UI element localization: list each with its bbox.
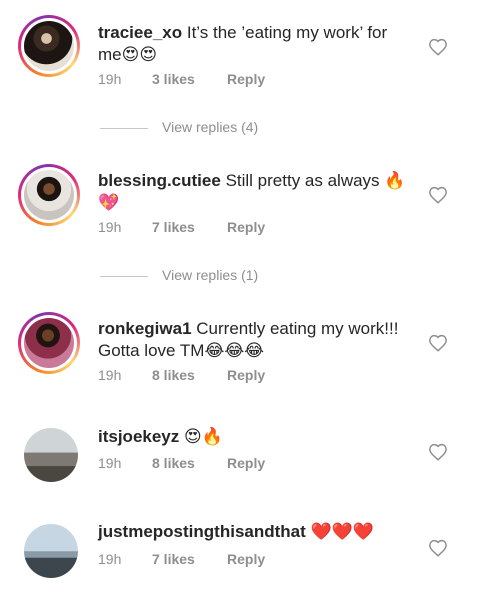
comment-username[interactable]: itsjoekeyz (98, 427, 179, 446)
view-replies-button[interactable]: View replies (1) (100, 267, 258, 283)
comment-username[interactable]: traciee_xo (98, 23, 182, 42)
reply-button[interactable]: Reply (227, 71, 265, 87)
avatar (24, 21, 74, 71)
comment-likes[interactable]: 8 likes (152, 455, 227, 471)
divider-line (100, 275, 148, 277)
comment-body: ❤️❤️❤️ (310, 522, 375, 541)
heart-outline-icon[interactable] (428, 334, 448, 352)
avatar[interactable] (24, 524, 78, 578)
reply-button[interactable]: Reply (227, 219, 265, 235)
comment-meta: 19h 7 likes Reply (98, 551, 265, 567)
comment-time: 19h (98, 219, 122, 235)
comment-text: itsjoekeyz 😍🔥 (98, 426, 408, 448)
comment-text: ronkegiwa1 Currently eating my work!!! G… (98, 318, 408, 362)
comment-text: justmepostingthisandthat ❤️❤️❤️ (98, 521, 428, 543)
comment-username[interactable]: justmepostingthisandthat (98, 522, 306, 541)
avatar (24, 318, 74, 368)
heart-outline-icon[interactable] (428, 539, 448, 557)
reply-button[interactable]: Reply (227, 551, 265, 567)
comment-meta: 19h 3 likes Reply (98, 71, 265, 87)
comment-likes[interactable]: 7 likes (152, 219, 227, 235)
reply-button[interactable]: Reply (227, 455, 265, 471)
comment-likes[interactable]: 8 likes (152, 367, 227, 383)
heart-outline-icon[interactable] (428, 443, 448, 461)
heart-outline-icon[interactable] (428, 186, 448, 204)
comment-likes[interactable]: 7 likes (152, 551, 227, 567)
comment-body: 😍🔥 (184, 427, 223, 446)
avatar-story-ring[interactable] (18, 15, 80, 77)
comment-text: blessing.cutiee Still pretty as always 🔥… (98, 170, 408, 214)
comment-likes[interactable]: 3 likes (152, 71, 227, 87)
comment-time: 19h (98, 551, 122, 567)
avatar[interactable] (24, 428, 78, 482)
comment-text: traciee_xo It’s the ’eating my work’ for… (98, 22, 408, 66)
view-replies-label: View replies (4) (162, 119, 259, 135)
comment-time: 19h (98, 367, 122, 383)
reply-button[interactable]: Reply (227, 367, 265, 383)
comment-meta: 19h 8 likes Reply (98, 367, 265, 383)
comment-meta: 19h 7 likes Reply (98, 219, 265, 235)
comment-time: 19h (98, 455, 122, 471)
comment-meta: 19h 8 likes Reply (98, 455, 265, 471)
view-replies-label: View replies (1) (162, 267, 259, 283)
divider-line (100, 127, 148, 129)
avatar-story-ring[interactable] (18, 164, 80, 226)
comment-username[interactable]: ronkegiwa1 (98, 319, 192, 338)
heart-outline-icon[interactable] (428, 38, 448, 56)
view-replies-button[interactable]: View replies (4) (100, 119, 258, 135)
avatar-story-ring[interactable] (18, 312, 80, 374)
avatar (24, 170, 74, 220)
comment-time: 19h (98, 71, 122, 87)
comment-username[interactable]: blessing.cutiee (98, 171, 221, 190)
